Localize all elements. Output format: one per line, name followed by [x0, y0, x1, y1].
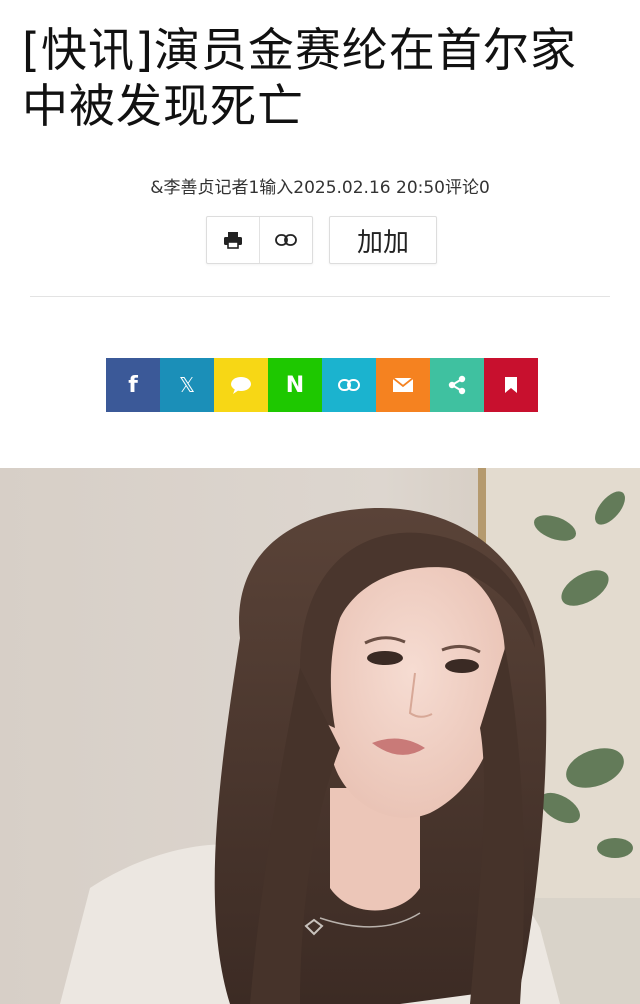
link-icon: [275, 234, 297, 246]
tool-group: [206, 216, 313, 264]
email-icon: [392, 377, 414, 392]
font-size-group: 加加: [329, 216, 437, 264]
article-photo: [0, 468, 640, 1004]
share-facebook-button[interactable]: f: [106, 358, 160, 412]
facebook-icon: f: [128, 372, 138, 398]
divider: [30, 296, 610, 297]
share-icon: [448, 375, 466, 395]
font-size-button[interactable]: 加加: [330, 217, 436, 263]
share-bar: f 𝕏 N: [106, 358, 538, 412]
print-button[interactable]: [207, 217, 260, 263]
share-link-button[interactable]: [322, 358, 376, 412]
share-email-button[interactable]: [376, 358, 430, 412]
article-toolbar: 加加: [206, 216, 437, 264]
copy-link-button[interactable]: [260, 217, 312, 263]
share-naver-button[interactable]: N: [268, 358, 322, 412]
share-kakaotalk-button[interactable]: [214, 358, 268, 412]
speech-bubble-icon: [231, 377, 251, 394]
naver-icon: N: [285, 372, 305, 398]
x-icon: 𝕏: [178, 373, 196, 397]
article-headline: [快讯]演员金赛纶在首尔家中被发现死亡: [22, 23, 577, 133]
bookmark-icon: [505, 377, 517, 393]
article-byline: &李善贞记者1输入2025.02.16 20:50评论0: [150, 178, 490, 198]
portrait-image: [0, 468, 640, 1004]
share-x-button[interactable]: 𝕏: [160, 358, 214, 412]
link-icon: [338, 379, 360, 391]
print-icon: [224, 232, 242, 249]
bookmark-button[interactable]: [484, 358, 538, 412]
share-more-button[interactable]: [430, 358, 484, 412]
